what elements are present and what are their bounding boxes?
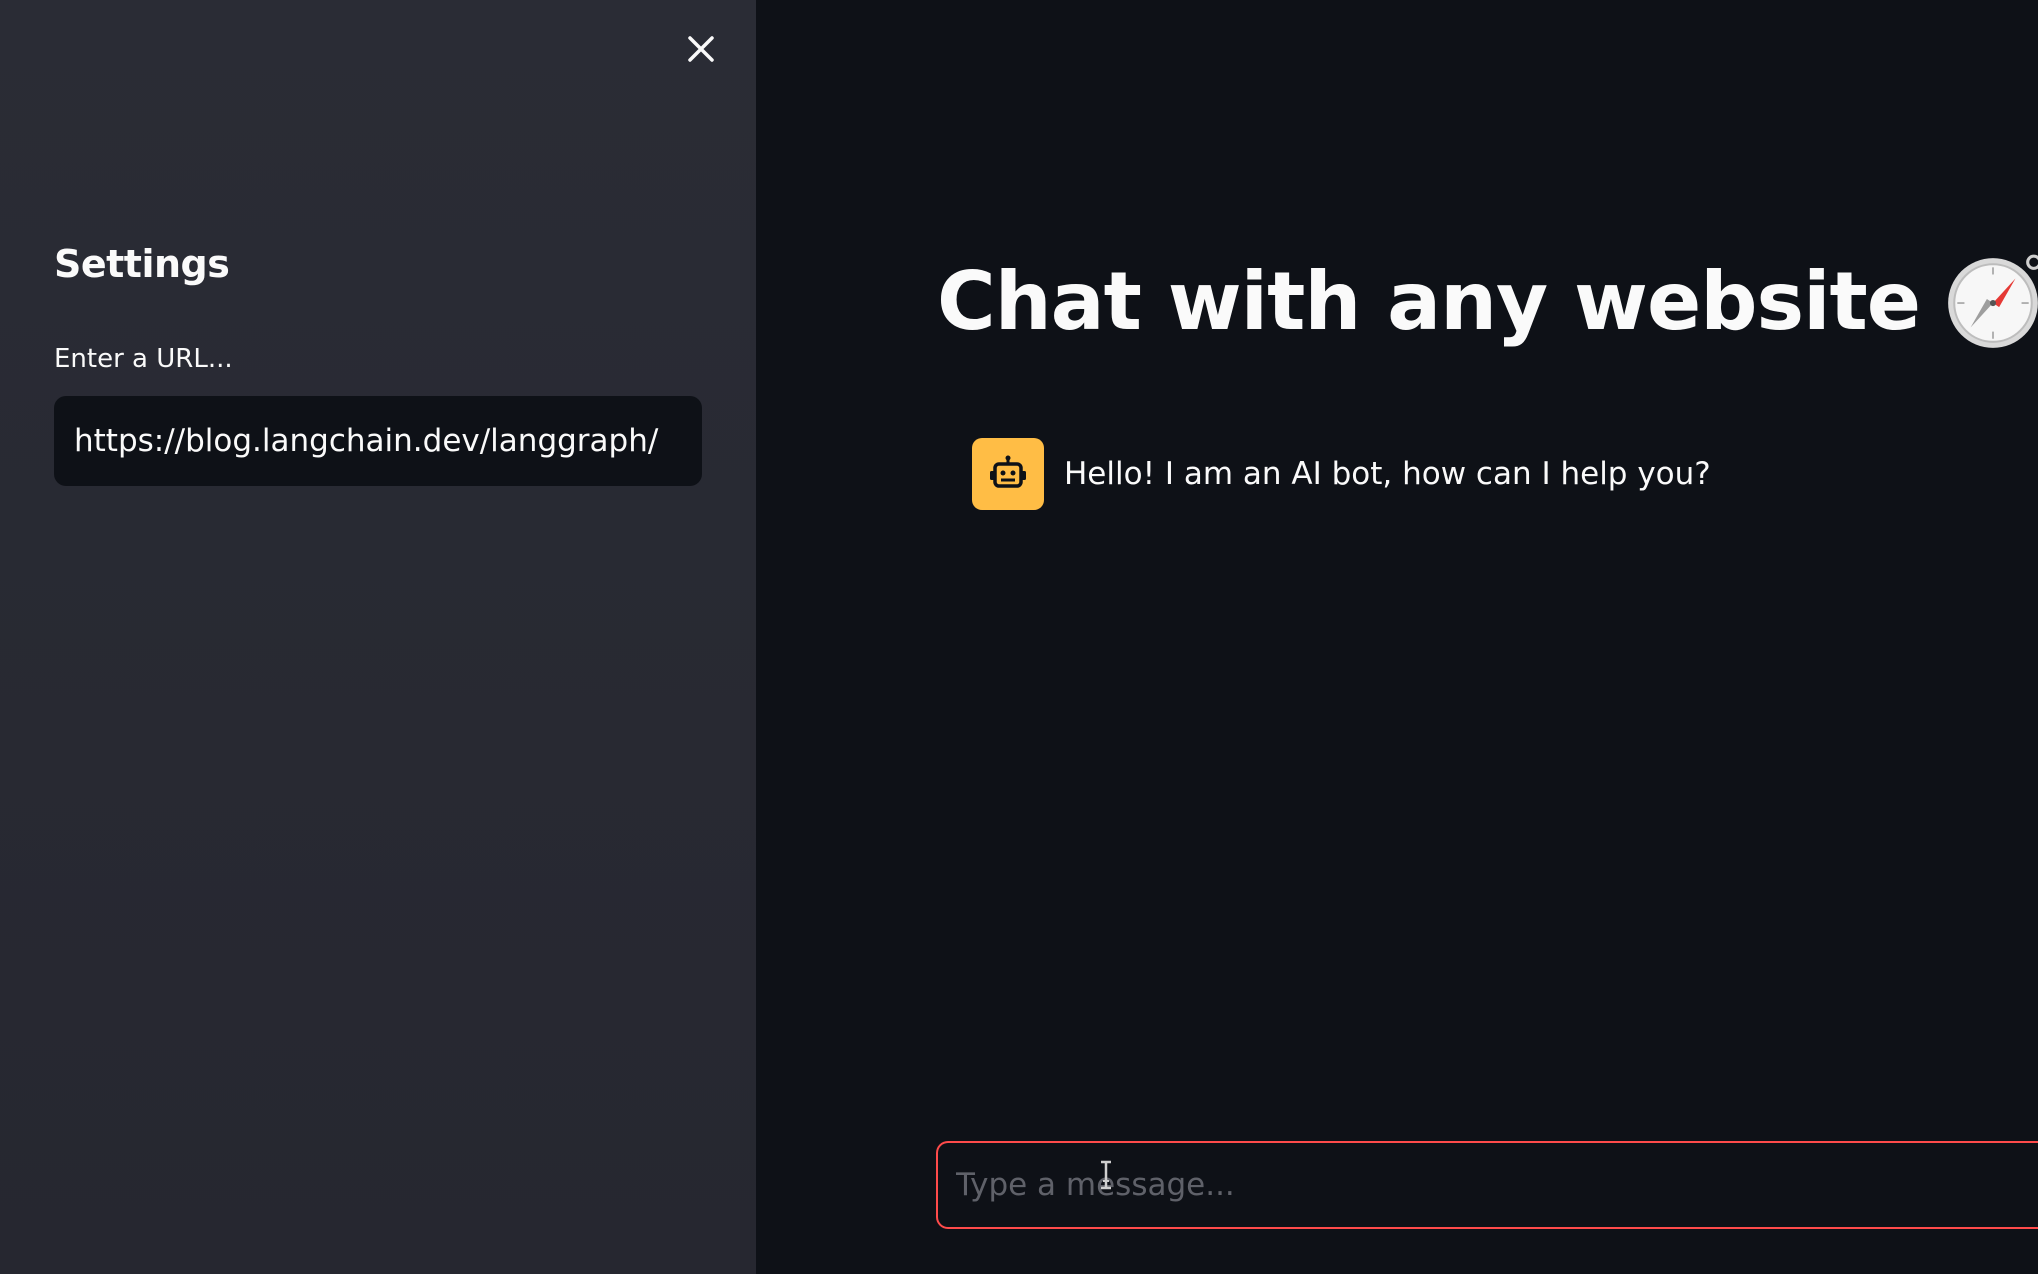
sidebar-title: Settings: [54, 242, 230, 286]
message-text: Hello! I am an AI bot, how can I help yo…: [1064, 456, 1711, 492]
chat-message-ai: Hello! I am an AI bot, how can I help yo…: [972, 438, 1711, 510]
text-cursor-icon: [1101, 1160, 1111, 1190]
avatar: [972, 438, 1044, 510]
page-title: Chat with any website: [937, 250, 2038, 352]
url-label: Enter a URL...: [54, 344, 233, 374]
robot-icon: [990, 455, 1026, 488]
app: Settings Enter a URL... Chat with any we…: [0, 0, 2038, 1274]
page-title-text: Chat with any website: [937, 254, 1921, 348]
url-input[interactable]: [54, 396, 702, 486]
close-sidebar-button[interactable]: [678, 26, 724, 72]
close-icon: [688, 36, 714, 62]
main-content: [756, 0, 2038, 1274]
compass-icon: [1948, 254, 2038, 348]
sidebar: Settings Enter a URL...: [0, 0, 756, 1274]
